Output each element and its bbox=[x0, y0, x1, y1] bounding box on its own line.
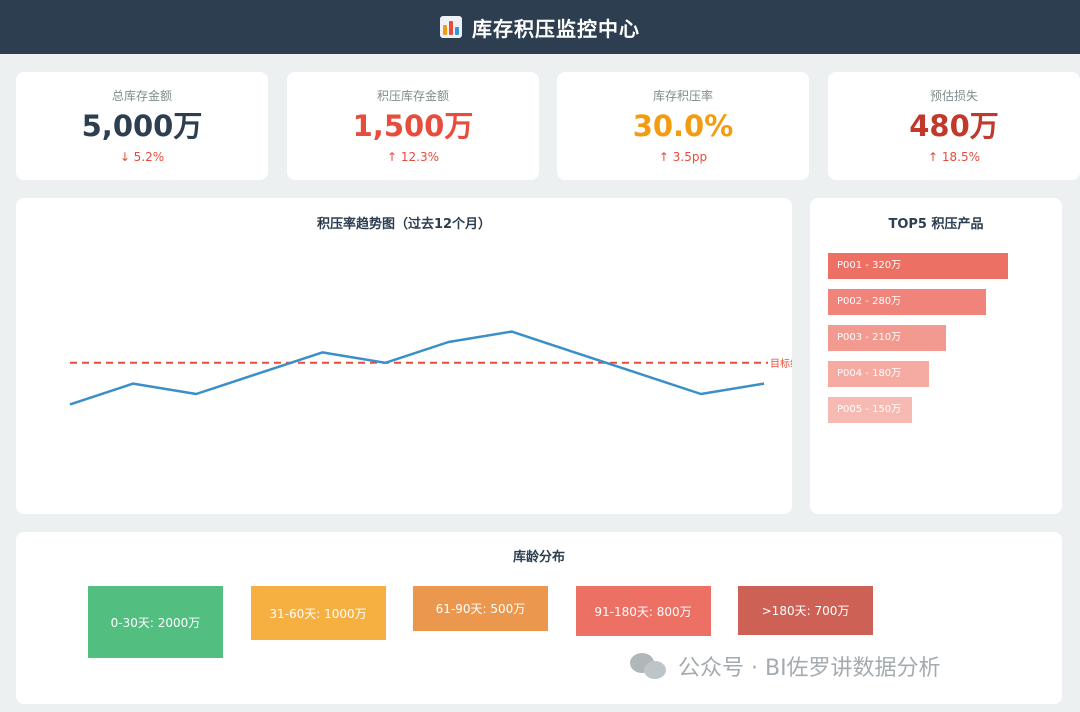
kpi-value: 1,500万 bbox=[352, 109, 474, 143]
top5-bar: P001 - 320万 bbox=[828, 253, 1008, 279]
trend-line-chart: 目标线 bbox=[69, 330, 792, 406]
age-bucket: 0-30天: 2000万 bbox=[88, 586, 223, 658]
kpi-label: 库存积压率 bbox=[652, 89, 713, 103]
top5-bar: P002 - 280万 bbox=[828, 289, 986, 315]
top5-title: TOP5 积压产品 bbox=[888, 217, 984, 232]
kpi-card-estimated-loss: 预估损失 480万 ↑ 18.5% bbox=[828, 72, 1080, 180]
kpi-card-total-inventory: 总库存金额 5,000万 ↓ 5.2% bbox=[16, 72, 268, 180]
age-bucket: >180天: 700万 bbox=[738, 586, 873, 635]
kpi-value: 480万 bbox=[909, 109, 999, 143]
wechat-icon bbox=[630, 651, 670, 681]
kpi-change: ↑ 12.3% bbox=[387, 150, 439, 164]
watermark: 公众号 · BI佐罗讲数据分析 bbox=[630, 650, 941, 682]
target-line-label: 目标线 bbox=[770, 357, 792, 370]
kpi-change: ↓ 5.2% bbox=[119, 150, 165, 164]
kpi-label: 总库存金额 bbox=[111, 89, 172, 103]
top5-panel: TOP5 积压产品 P001 - 320万 P002 - 280万 P003 - 2… bbox=[810, 198, 1062, 514]
kpi-change: ↑ 3.5pp bbox=[658, 150, 708, 164]
kpi-value: 5,000万 bbox=[81, 109, 203, 143]
inventory-age-title: 库龄分布 bbox=[512, 550, 565, 565]
bar-chart-icon bbox=[440, 16, 462, 38]
header-bar: 库存积压监控中心 bbox=[0, 0, 1080, 54]
page-title: 库存积压监控中心 bbox=[472, 16, 640, 41]
trend-series-line bbox=[69, 330, 765, 406]
kpi-card-overstock-amount: 积压库存金额 1,500万 ↑ 12.3% bbox=[287, 72, 539, 180]
kpi-card-overstock-rate: 库存积压率 30.0% ↑ 3.5pp bbox=[557, 72, 809, 180]
kpi-label: 预估损失 bbox=[929, 89, 978, 103]
age-bucket: 91-180天: 800万 bbox=[575, 586, 711, 636]
age-bucket: 31-60天: 1000万 bbox=[250, 586, 386, 640]
top5-bar: P003 - 210万 bbox=[828, 325, 946, 351]
watermark-text: 公众号 · BI佐罗讲数据分析 bbox=[678, 656, 941, 681]
kpi-value: 30.0% bbox=[632, 109, 734, 143]
top5-bar: P005 - 150万 bbox=[828, 397, 912, 423]
top5-bar: P004 - 180万 bbox=[828, 361, 929, 387]
kpi-label: 积压库存金额 bbox=[376, 89, 449, 103]
trend-chart-panel: 积压率趋势图（过去12个月） 目标线 bbox=[16, 198, 792, 514]
age-bucket: 61-90天: 500万 bbox=[413, 586, 548, 631]
kpi-change: ↑ 18.5% bbox=[928, 150, 980, 164]
